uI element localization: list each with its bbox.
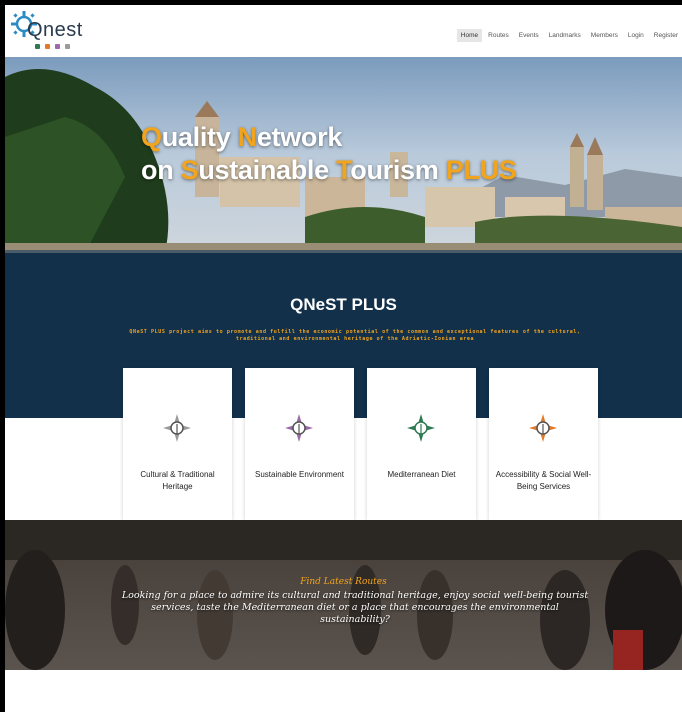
card-label: Mediterranean Diet [387,470,456,479]
hero-title-line-2: on Sustainable Tourism PLUS [141,155,517,185]
nav-login[interactable]: Login [624,29,648,42]
nav-register[interactable]: Register [650,29,682,42]
intro-text: QNeST PLUS project aims to promote and f… [129,329,581,342]
main-nav: Home Routes Events Landmarks Members Log… [455,29,682,42]
routes-heading[interactable]: Find Latest Routes [5,577,682,587]
site-header: Qnest Home Routes Events Landmarks Membe… [5,5,682,57]
hero-banner: Quality Network on Sustainable Tourism P… [5,57,682,253]
compass-orange-icon [529,414,557,442]
routes-banner: Find Latest Routes Looking for a place t… [5,520,682,670]
nav-events[interactable]: Events [515,29,543,42]
card-cultural-heritage[interactable]: Cultural & Traditional Heritage [123,368,232,520]
logo-category-icons [35,44,70,49]
hero-title: Quality Network on Sustainable Tourism P… [141,121,517,187]
compass-grey-icon [163,414,191,442]
card-mediterranean-diet[interactable]: Mediterranean Diet [367,368,476,520]
nav-home[interactable]: Home [456,29,483,42]
nav-members[interactable]: Members [587,29,622,42]
nav-routes[interactable]: Routes [484,29,513,42]
page: Qnest Home Routes Events Landmarks Membe… [5,5,682,712]
site-logo[interactable]: Qnest [11,11,83,55]
card-sustainable-environment[interactable]: Sustainable Environment [245,368,354,520]
routes-description: Looking for a place to admire its cultur… [121,590,589,625]
intro-title: QNeST PLUS [290,295,397,314]
compass-purple-icon [285,414,313,442]
card-label: Accessibility & Social Well-Being Servic… [495,470,592,491]
card-accessibility-wellbeing[interactable]: Accessibility & Social Well-Being Servic… [489,368,598,520]
nav-landmarks[interactable]: Landmarks [545,29,585,42]
logo-text: Qnest [27,19,83,41]
card-label: Cultural & Traditional Heritage [140,470,215,491]
compass-green-icon [407,414,435,442]
card-label: Sustainable Environment [255,470,344,479]
hero-title-line-1: Quality Network [141,122,343,152]
